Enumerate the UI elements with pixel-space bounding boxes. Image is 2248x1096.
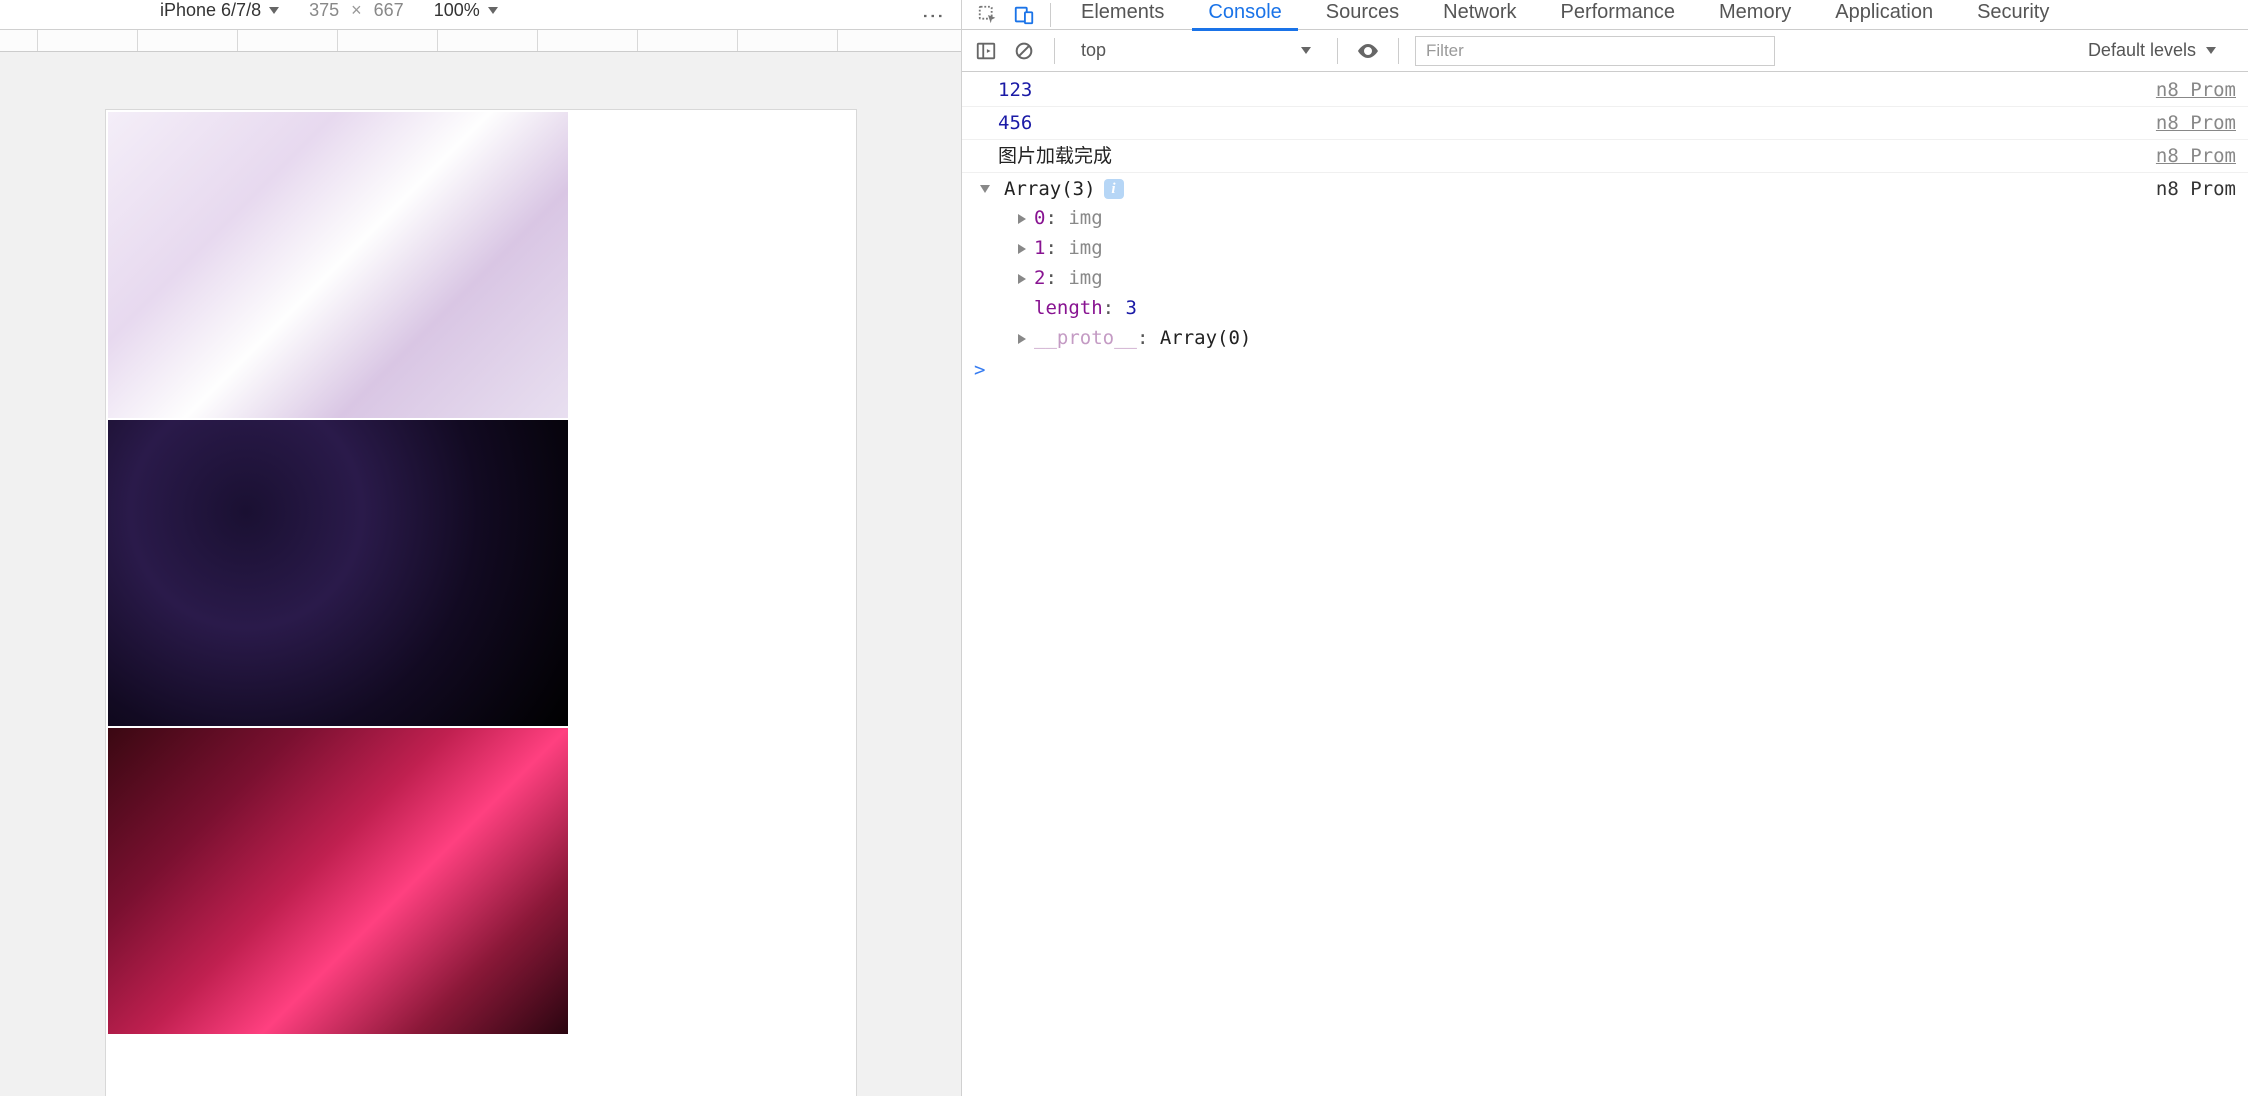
- tab-security[interactable]: Security: [1955, 0, 2071, 30]
- tab-performance[interactable]: Performance: [1539, 0, 1698, 30]
- clear-console-icon[interactable]: [1010, 37, 1038, 65]
- device-select[interactable]: iPhone 6/7/8: [160, 0, 279, 21]
- log-value: 图片加载完成: [998, 145, 1112, 167]
- live-expression-icon[interactable]: [1354, 37, 1382, 65]
- disclosure-closed-icon[interactable]: [1018, 244, 1026, 254]
- content-image-2: [108, 420, 568, 726]
- array-length: length: 3: [1018, 293, 2236, 323]
- filter-input[interactable]: [1415, 36, 1775, 66]
- devtools-pane: Elements Console Sources Network Perform…: [962, 0, 2248, 1096]
- viewport-canvas: [0, 52, 961, 1096]
- divider: [1050, 3, 1051, 27]
- log-value: 456: [998, 112, 1032, 134]
- viewport-dimensions: 375 × 667: [309, 0, 404, 21]
- array-children: 0: img 1: img 2: img length: 3 __proto__…: [980, 203, 2236, 353]
- tab-console[interactable]: Console: [1186, 0, 1303, 30]
- chevron-down-icon: [269, 7, 279, 14]
- device-toolbar: iPhone 6/7/8 375 × 667 100% ⋮: [0, 0, 961, 30]
- chevron-down-icon: [1301, 47, 1311, 54]
- device-viewport-pane: iPhone 6/7/8 375 × 667 100% ⋮: [0, 0, 962, 1096]
- array-entry[interactable]: 1: img: [1018, 233, 2236, 263]
- toggle-device-toolbar-icon[interactable]: [1006, 1, 1042, 29]
- log-source-link[interactable]: n8 Prom: [2156, 76, 2236, 104]
- context-value: top: [1081, 40, 1106, 61]
- device-frame: [106, 110, 856, 1096]
- prompt-caret-icon: >: [974, 359, 985, 381]
- tab-memory[interactable]: Memory: [1697, 0, 1813, 30]
- array-entry[interactable]: 0: img: [1018, 203, 2236, 233]
- console-log-row: Array(3) i n8 Prom 0: img 1: img 2: img: [962, 173, 2248, 355]
- content-image-1: [108, 112, 568, 418]
- console-output: 123 n8 Prom 456 n8 Prom 图片加载完成 n8 Prom A…: [962, 72, 2248, 1096]
- console-toolbar: top Default levels: [962, 30, 2248, 72]
- disclosure-closed-icon[interactable]: [1018, 214, 1026, 224]
- console-prompt[interactable]: >: [962, 355, 2248, 385]
- disclosure-closed-icon[interactable]: [1018, 334, 1026, 344]
- inspect-element-icon[interactable]: [970, 1, 1006, 29]
- divider: [1398, 38, 1399, 64]
- console-log-row: 456 n8 Prom: [962, 107, 2248, 140]
- array-summary[interactable]: Array(3): [1004, 175, 1096, 203]
- content-image-3: [108, 728, 568, 1034]
- disclosure-open-icon[interactable]: [980, 185, 990, 193]
- array-entry[interactable]: 2: img: [1018, 263, 2236, 293]
- chevron-down-icon: [488, 7, 498, 14]
- viewport-width[interactable]: 375: [309, 0, 339, 21]
- divider: [1337, 38, 1338, 64]
- zoom-select[interactable]: 100%: [434, 0, 498, 21]
- tab-application[interactable]: Application: [1813, 0, 1955, 30]
- log-source-link[interactable]: n8 Prom: [2156, 142, 2236, 170]
- log-value: 123: [998, 79, 1032, 101]
- zoom-value: 100%: [434, 0, 480, 21]
- disclosure-closed-icon[interactable]: [1018, 274, 1026, 284]
- log-source-link[interactable]: n8 Prom: [2156, 109, 2236, 137]
- tab-network[interactable]: Network: [1421, 0, 1538, 30]
- log-source-link[interactable]: n8 Prom: [2156, 175, 2236, 203]
- devtools-tabs: Elements Console Sources Network Perform…: [962, 0, 2248, 30]
- console-log-row: 图片加载完成 n8 Prom: [962, 140, 2248, 173]
- levels-label: Default levels: [2088, 40, 2196, 61]
- page-content[interactable]: [106, 110, 856, 1036]
- tab-sources[interactable]: Sources: [1304, 0, 1421, 30]
- device-name: iPhone 6/7/8: [160, 0, 261, 21]
- chevron-down-icon: [2206, 47, 2216, 54]
- tab-elements[interactable]: Elements: [1059, 0, 1186, 30]
- execution-context-select[interactable]: top: [1071, 38, 1321, 63]
- ruler: [0, 30, 961, 52]
- divider: [1054, 38, 1055, 64]
- console-sidebar-toggle-icon[interactable]: [972, 37, 1000, 65]
- info-icon[interactable]: i: [1104, 179, 1124, 199]
- dimension-separator: ×: [351, 0, 362, 21]
- viewport-height[interactable]: 667: [374, 0, 404, 21]
- more-options-icon[interactable]: ⋮: [920, 5, 946, 25]
- array-proto[interactable]: __proto__: Array(0): [1018, 323, 2236, 353]
- log-levels-select[interactable]: Default levels: [2076, 36, 2228, 65]
- console-log-row: 123 n8 Prom: [962, 74, 2248, 107]
